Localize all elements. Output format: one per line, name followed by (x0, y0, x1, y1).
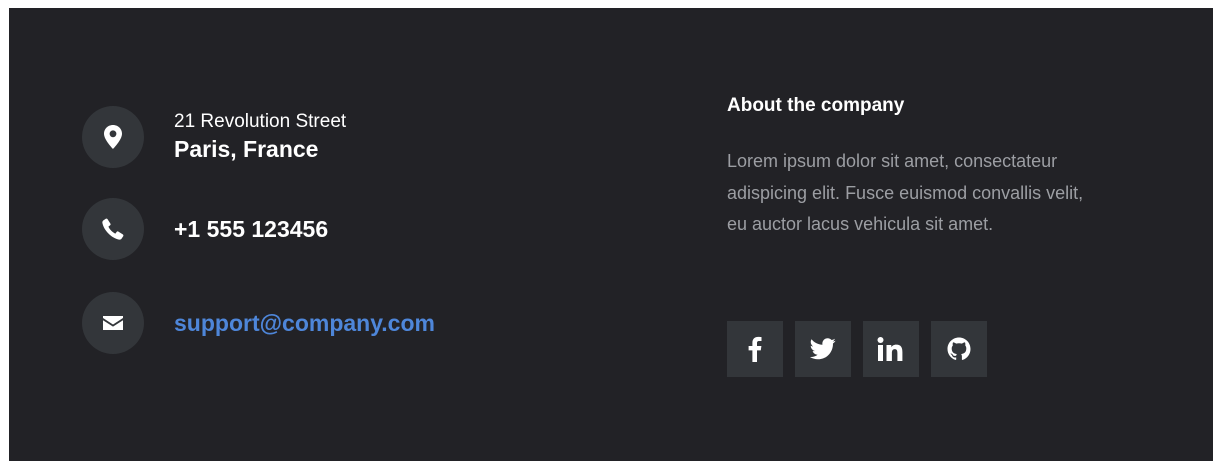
phone-icon (82, 198, 144, 260)
envelope-icon (82, 292, 144, 354)
about-text: Lorem ipsum dolor sit amet, consectateur… (727, 151, 1084, 234)
github-icon[interactable] (931, 321, 987, 377)
about-title: About the company (727, 95, 905, 116)
phone-row: +1 555 123456 (82, 198, 328, 260)
footer: 21 Revolution Street Paris, France +1 55… (9, 8, 1213, 461)
social-links (727, 321, 999, 377)
about-section: About the company Lorem ipsum dolor sit … (727, 93, 1147, 377)
linkedin-icon[interactable] (863, 321, 919, 377)
address-city: Paris, France (174, 136, 319, 162)
email-link[interactable]: support@company.com (174, 310, 435, 336)
email-row: support@company.com (82, 292, 435, 354)
phone-number[interactable]: +1 555 123456 (174, 216, 328, 242)
address-street: 21 Revolution Street (174, 111, 347, 132)
twitter-icon[interactable] (795, 321, 851, 377)
facebook-icon[interactable] (727, 321, 783, 377)
map-pin-icon (82, 106, 144, 168)
address: 21 Revolution Street Paris, France (174, 110, 346, 164)
address-row: 21 Revolution Street Paris, France (82, 106, 346, 168)
